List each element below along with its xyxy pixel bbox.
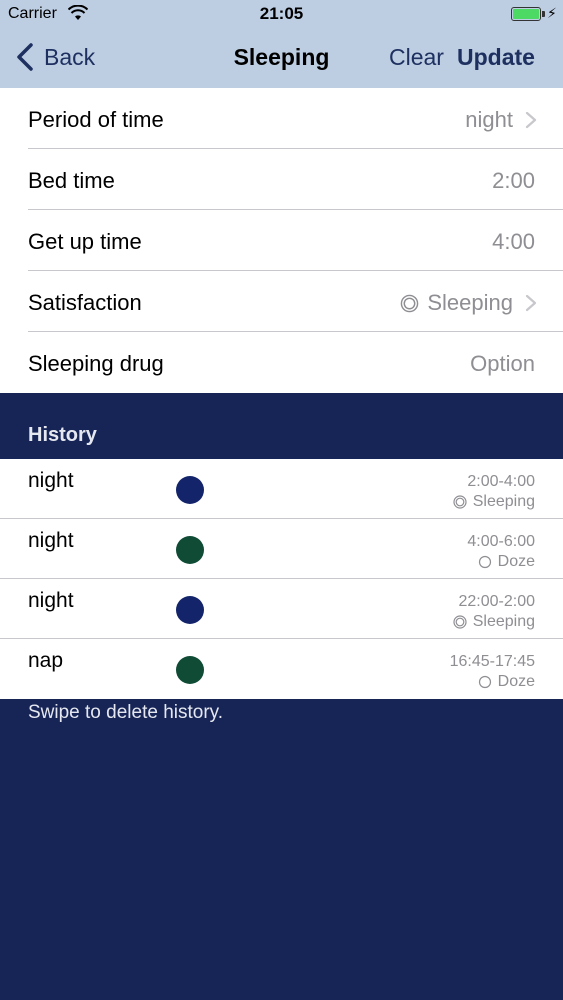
chevron-right-icon xyxy=(525,294,537,312)
status-bar: Carrier 21:05 ⚡ xyxy=(0,0,563,30)
history-color-dot xyxy=(176,596,204,624)
sleeping-drug-label: Sleeping drug xyxy=(28,351,164,376)
history-color-dot xyxy=(176,476,204,504)
row-sleeping-drug[interactable]: Sleeping drug Option xyxy=(0,332,563,393)
period-label: Period of time xyxy=(28,107,164,132)
history-status-text: Doze xyxy=(497,553,535,570)
history-period: night xyxy=(28,529,74,552)
row-satisfaction[interactable]: Satisfaction Sleeping xyxy=(0,271,563,332)
circle-icon xyxy=(478,555,491,569)
history-status-text: Sleeping xyxy=(472,493,535,510)
row-bed-time[interactable]: Bed time 2:00 xyxy=(0,149,563,210)
history-item[interactable]: night 4:00-6:00 Doze xyxy=(0,519,563,579)
history-status: Sleeping xyxy=(453,613,535,631)
history-list: night 2:00-4:00 Sleeping night 4:00-6:00… xyxy=(0,459,563,699)
history-status: Sleeping xyxy=(453,493,535,511)
row-period-of-time[interactable]: Period of time night xyxy=(0,88,563,149)
history-period: night xyxy=(28,589,74,612)
bed-time-label: Bed time xyxy=(28,168,115,193)
history-item[interactable]: night 2:00-4:00 Sleeping xyxy=(0,459,563,519)
history-time-range: 4:00-6:00 xyxy=(467,533,535,550)
history-status-text: Doze xyxy=(497,673,535,690)
satisfaction-value-text: Sleeping xyxy=(427,290,513,315)
history-status: Doze xyxy=(478,553,535,571)
history-section-header: History xyxy=(28,424,97,446)
get-up-time-value: 4:00 xyxy=(492,229,535,254)
history-item[interactable]: night 22:00-2:00 Sleeping xyxy=(0,579,563,639)
history-status-text: Sleeping xyxy=(472,613,535,630)
bed-time-value: 2:00 xyxy=(492,168,535,193)
navigation-bar: Back Sleeping Clear Update xyxy=(0,30,563,88)
battery-icon xyxy=(511,7,541,21)
history-color-dot xyxy=(176,656,204,684)
chevron-right-icon xyxy=(525,111,537,129)
double-circle-icon xyxy=(453,615,467,629)
swipe-hint: Swipe to delete history. xyxy=(28,702,224,723)
history-status: Doze xyxy=(478,673,535,691)
history-time-range: 16:45-17:45 xyxy=(449,653,535,670)
circle-icon xyxy=(478,675,491,689)
battery-tip xyxy=(542,11,545,17)
period-value-text: night xyxy=(465,107,513,132)
history-color-dot xyxy=(176,536,204,564)
status-clock: 21:05 xyxy=(259,4,304,23)
double-circle-icon xyxy=(453,495,467,509)
sleeping-drug-value: Option xyxy=(470,351,535,376)
double-circle-icon xyxy=(401,294,419,312)
history-period: night xyxy=(28,469,74,492)
history-period: nap xyxy=(28,649,64,672)
history-item[interactable]: nap 16:45-17:45 Doze xyxy=(0,639,563,699)
sleep-settings-form: Period of time night Bed time 2:00 Get u… xyxy=(0,88,563,393)
satisfaction-label: Satisfaction xyxy=(28,290,142,315)
update-button[interactable]: Update xyxy=(457,44,535,71)
clear-button[interactable]: Clear xyxy=(389,44,444,71)
header-bar: Carrier 21:05 ⚡ Back Sleeping Clear Upda… xyxy=(0,0,563,88)
get-up-time-label: Get up time xyxy=(28,229,142,254)
history-time-range: 2:00-4:00 xyxy=(467,473,535,490)
satisfaction-value: Sleeping xyxy=(400,290,537,316)
history-time-range: 22:00-2:00 xyxy=(458,593,535,610)
charging-icon: ⚡ xyxy=(547,5,557,21)
period-value: night xyxy=(465,107,537,133)
row-get-up-time[interactable]: Get up time 4:00 xyxy=(0,210,563,271)
